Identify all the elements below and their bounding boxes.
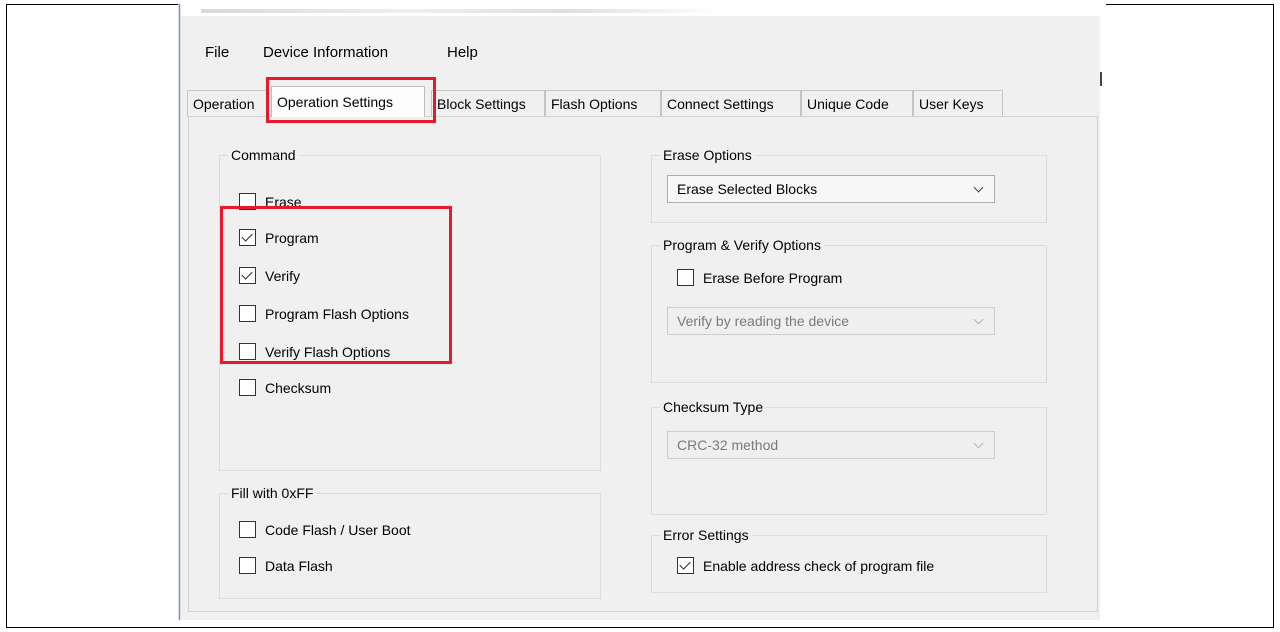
tab-connect-settings[interactable]: Connect Settings [661, 90, 801, 117]
checkmark-icon [241, 230, 253, 242]
erase-before-program-checkbox[interactable]: Erase Before Program [677, 269, 842, 286]
tab-label: Connect Settings [667, 96, 774, 112]
checksum-type-select[interactable]: CRC-32 method [667, 431, 995, 459]
erase-options-select[interactable]: Erase Selected Blocks [667, 175, 995, 203]
program-checkbox[interactable]: Program [239, 229, 319, 246]
checkbox-label: Data Flash [265, 557, 333, 574]
enable-address-check-checkbox[interactable]: Enable address check of program file [677, 557, 934, 574]
checkbox-box[interactable] [677, 269, 694, 286]
data-flash-checkbox[interactable]: Data Flash [239, 557, 333, 574]
verify-method-select[interactable]: Verify by reading the device [667, 307, 995, 335]
tab-label: Flash Options [551, 96, 638, 112]
menu-device-information[interactable]: Device Information [263, 44, 388, 61]
tab-label: User Keys [919, 96, 984, 112]
checkbox-box[interactable] [239, 343, 256, 360]
fill-group: Fill with 0xFF [219, 485, 601, 599]
select-value: Erase Selected Blocks [677, 181, 818, 197]
tab-label: Block Settings [437, 96, 526, 112]
erase-checkbox[interactable]: Erase [239, 193, 302, 210]
checkbox-label: Erase Before Program [703, 269, 843, 286]
command-group-title: Command [228, 147, 299, 163]
chevron-down-icon [973, 182, 984, 193]
checkbox-box[interactable] [239, 521, 256, 538]
verify-flash-options-checkbox[interactable]: Verify Flash Options [239, 343, 390, 360]
tab-user-keys[interactable]: User Keys [913, 90, 1003, 117]
checkbox-label: Verify [265, 267, 301, 284]
checkbox-label: Checksum [265, 379, 332, 396]
tab-unique-code[interactable]: Unique Code [801, 90, 913, 117]
checkbox-label: Enable address check of program file [703, 557, 935, 574]
checkbox-box[interactable] [239, 229, 256, 246]
menu-bar: File Device Information Help [181, 18, 1100, 70]
checkbox-label: Program [265, 229, 319, 246]
checkbox-box[interactable] [239, 379, 256, 396]
checkbox-label: Verify Flash Options [265, 343, 391, 360]
program-flash-options-checkbox[interactable]: Program Flash Options [239, 305, 409, 322]
app-window: File Device Information Help Operation O… [178, 4, 1100, 620]
tab-operation[interactable]: Operation [187, 90, 267, 117]
checksum-checkbox[interactable]: Checksum [239, 379, 331, 396]
tab-block-settings[interactable]: Block Settings [431, 90, 545, 117]
select-value: CRC-32 method [677, 437, 779, 453]
program-verify-title: Program & Verify Options [660, 237, 824, 253]
checkbox-label: Erase [265, 193, 302, 210]
checkbox-box[interactable] [677, 557, 694, 574]
tab-label: Unique Code [807, 96, 889, 112]
checkmark-icon [241, 268, 253, 280]
checkmark-icon [679, 558, 691, 570]
checksum-type-title: Checksum Type [660, 399, 767, 415]
tab-flash-options[interactable]: Flash Options [545, 90, 661, 117]
erase-options-title: Erase Options [660, 147, 755, 163]
checkbox-box[interactable] [239, 305, 256, 322]
select-value: Verify by reading the device [677, 313, 849, 329]
operation-settings-panel: Command Erase Program Verify Program Fla… [188, 116, 1098, 612]
checksum-type-group: Checksum Type [651, 399, 1047, 515]
menu-file[interactable]: File [205, 44, 229, 61]
fill-group-title: Fill with 0xFF [228, 485, 317, 501]
checkbox-box[interactable] [239, 557, 256, 574]
checkbox-label: Program Flash Options [265, 305, 409, 322]
checkbox-box[interactable] [239, 267, 256, 284]
window-edge [1100, 4, 1106, 620]
error-settings-title: Error Settings [660, 527, 752, 543]
chevron-down-icon [973, 314, 984, 325]
chevron-down-icon [973, 438, 984, 449]
checkbox-label: Code Flash / User Boot [265, 521, 411, 538]
tab-label: Operation [193, 96, 255, 112]
title-bar [181, 4, 1100, 16]
menu-help[interactable]: Help [447, 44, 478, 61]
code-flash-user-boot-checkbox[interactable]: Code Flash / User Boot [239, 521, 411, 538]
tab-operation-settings[interactable]: Operation Settings [271, 86, 425, 117]
tab-label: Operation Settings [277, 94, 393, 110]
checkbox-box[interactable] [239, 193, 256, 210]
verify-checkbox[interactable]: Verify [239, 267, 300, 284]
